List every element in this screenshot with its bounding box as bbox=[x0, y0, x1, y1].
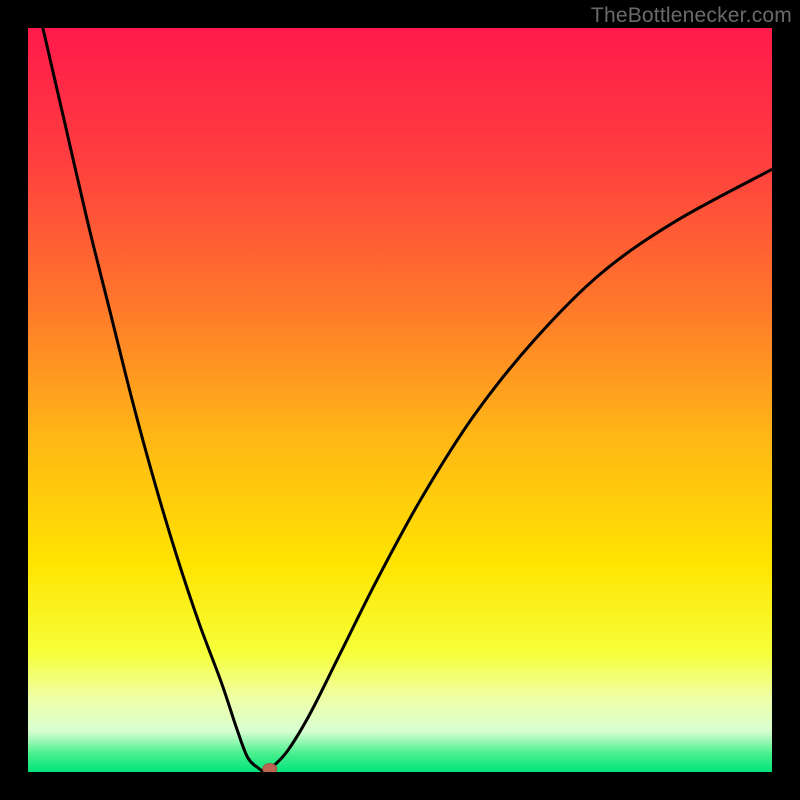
optimal-point-marker bbox=[263, 764, 277, 772]
gradient-background bbox=[28, 28, 772, 772]
plot-area bbox=[28, 28, 772, 772]
watermark-text: TheBottlenecker.com bbox=[591, 4, 792, 28]
chart-frame: TheBottlenecker.com bbox=[0, 0, 800, 800]
plot-svg bbox=[28, 28, 772, 772]
